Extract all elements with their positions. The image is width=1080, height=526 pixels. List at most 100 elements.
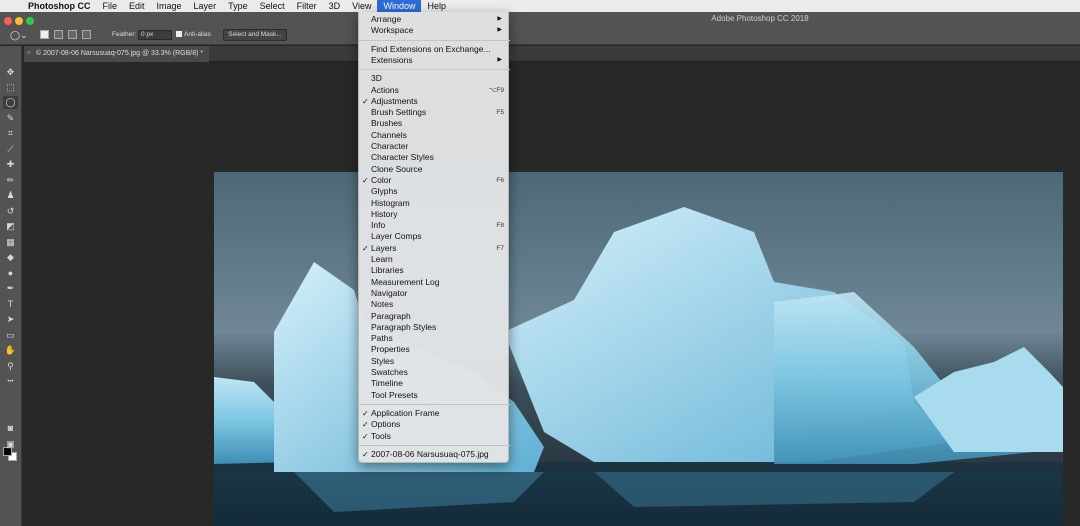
menu-select[interactable]: Select — [254, 0, 291, 12]
menu-3d[interactable]: 3D — [323, 0, 347, 12]
hand-tool-icon[interactable]: ✋ — [3, 344, 18, 357]
menu-item-arrange[interactable]: Arrange ▶ — [359, 14, 510, 25]
menu-item-label: Learn — [371, 254, 393, 264]
menu-view[interactable]: View — [346, 0, 377, 12]
type-tool-icon[interactable]: T — [3, 298, 18, 311]
menu-filter[interactable]: Filter — [291, 0, 323, 12]
zoom-tool-icon[interactable]: ⚲ — [3, 360, 18, 373]
menu-item-label: Notes — [371, 299, 394, 310]
menu-item-measurement-log[interactable]: Measurement Log — [359, 277, 510, 288]
menu-window[interactable]: Window — [377, 0, 422, 12]
gradient-tool-icon[interactable]: ▦ — [3, 236, 18, 249]
menu-item-color[interactable]: ✓ Color F6 — [359, 175, 510, 186]
lasso-tool-icon[interactable]: ◯ — [3, 96, 18, 109]
checkbox-icon — [176, 31, 182, 37]
document-image[interactable] — [214, 172, 1063, 526]
menu-edit[interactable]: Edit — [123, 0, 151, 12]
menu-item-clone-source[interactable]: Clone Source — [359, 164, 510, 175]
dodge-tool-icon[interactable]: ● — [3, 267, 18, 280]
menu-item-histogram[interactable]: Histogram — [359, 198, 510, 209]
menu-image[interactable]: Image — [151, 0, 188, 12]
eraser-tool-icon[interactable]: ◩ — [3, 220, 18, 233]
close-window-button[interactable] — [4, 17, 12, 25]
menu-item-info[interactable]: Info F8 — [359, 220, 510, 231]
menu-item-character-styles[interactable]: Character Styles — [359, 152, 510, 163]
menu-item-glyphs[interactable]: Glyphs — [359, 186, 510, 197]
menu-item-tools[interactable]: ✓ Tools — [359, 431, 510, 442]
menu-item-tool-presets[interactable]: Tool Presets — [359, 390, 510, 401]
menu-item-label: Properties — [371, 344, 410, 355]
marquee-tool-icon[interactable]: ⬚ — [3, 81, 18, 94]
menu-item-find-extensions-on-exchange[interactable]: Find Extensions on Exchange... — [359, 44, 510, 55]
path-selection-tool-icon[interactable]: ➤ — [3, 313, 18, 326]
brush-tool-icon[interactable]: ✏ — [3, 174, 18, 187]
document-tab[interactable]: × © 2007-08-06 Narsusuaq-075.jpg @ 33.3%… — [24, 46, 210, 62]
add-selection-mode-icon[interactable] — [54, 30, 63, 39]
menu-item-label: Layers — [371, 242, 397, 253]
menu-item-character[interactable]: Character — [359, 141, 510, 152]
menu-item-label: Timeline — [371, 378, 403, 389]
menu-item-label: Brush Settings — [371, 107, 427, 118]
menu-item-actions[interactable]: Actions ⌥F9 — [359, 85, 510, 96]
menu-item-label: Styles — [371, 355, 395, 366]
minimize-window-button[interactable] — [15, 17, 23, 25]
select-and-mask-button[interactable]: Select and Mask... — [223, 29, 287, 41]
menu-item-workspace[interactable]: Workspace ▶ — [359, 25, 510, 36]
menu-item-learn[interactable]: Learn — [359, 254, 510, 265]
menu-item-layer-comps[interactable]: Layer Comps — [359, 231, 510, 242]
menu-item-brushes[interactable]: Brushes — [359, 118, 510, 129]
menu-item-notes[interactable]: Notes — [359, 299, 510, 310]
menu-item-3d[interactable]: 3D — [359, 73, 510, 84]
menu-item-layers[interactable]: ✓ Layers F7 — [359, 243, 510, 254]
menu-item-2007-08-06-narsusuaq-075-jpg[interactable]: ✓ 2007-08-06 Narsusuaq-075.jpg — [359, 449, 510, 460]
menu-layer[interactable]: Layer — [188, 0, 223, 12]
close-tab-icon[interactable]: × — [27, 46, 31, 62]
history-brush-tool-icon[interactable]: ↺ — [3, 205, 18, 218]
menu-item-swatches[interactable]: Swatches — [359, 367, 510, 378]
rectangle-tool-icon[interactable]: ▭ — [3, 329, 18, 342]
subtract-selection-mode-icon[interactable] — [68, 30, 77, 39]
menu-item-history[interactable]: History — [359, 209, 510, 220]
menu-item-paths[interactable]: Paths — [359, 333, 510, 344]
menu-item-channels[interactable]: Channels — [359, 130, 510, 141]
document-tab-title: © 2007-08-06 Narsusuaq-075.jpg @ 33.3% (… — [36, 50, 204, 57]
menu-item-extensions[interactable]: Extensions ▶ — [359, 55, 510, 66]
screen-mode-icon[interactable]: ▣ — [3, 438, 18, 451]
menu-help[interactable]: Help — [421, 0, 452, 12]
menu-item-libraries[interactable]: Libraries — [359, 265, 510, 276]
menu-item-shortcut: F5 — [496, 109, 504, 117]
anti-alias-checkbox[interactable]: Anti-alias — [176, 31, 211, 38]
menu-type[interactable]: Type — [222, 0, 254, 12]
menu-item-timeline[interactable]: Timeline — [359, 378, 510, 389]
menu-item-adjustments[interactable]: ✓ Adjustments — [359, 96, 510, 107]
lasso-preset-icon[interactable]: ◯⌄ — [10, 30, 28, 41]
menu-item-paragraph-styles[interactable]: Paragraph Styles — [359, 322, 510, 333]
menu-item-paragraph[interactable]: Paragraph — [359, 311, 510, 322]
feather-input[interactable]: 0 px — [138, 30, 172, 40]
clone-stamp-tool-icon[interactable]: ♟ — [3, 189, 18, 202]
healing-brush-tool-icon[interactable]: ✚ — [3, 158, 18, 171]
blur-tool-icon[interactable]: ◆ — [3, 251, 18, 264]
menu-item-navigator[interactable]: Navigator — [359, 288, 510, 299]
menu-item-label: Character Styles — [371, 152, 434, 163]
quick-selection-tool-icon[interactable]: ✎ — [3, 112, 18, 125]
menu-item-styles[interactable]: Styles — [359, 356, 510, 367]
menu-item-label: Tools — [371, 430, 391, 441]
zoom-window-button[interactable] — [26, 17, 34, 25]
move-tool-icon[interactable]: ✥ — [3, 66, 18, 79]
intersect-selection-mode-icon[interactable] — [82, 30, 91, 39]
crop-tool-icon[interactable]: ⌗ — [3, 127, 18, 140]
quick-mask-icon[interactable]: ◙ — [3, 422, 18, 435]
more-tools-icon[interactable]: ••• — [3, 376, 18, 389]
menu-item-properties[interactable]: Properties — [359, 344, 510, 355]
menu-item-options[interactable]: ✓ Options — [359, 419, 510, 430]
checkmark-icon: ✓ — [362, 243, 369, 253]
new-selection-mode-icon[interactable] — [40, 30, 49, 39]
menu-photoshop-cc[interactable]: Photoshop CC — [22, 0, 97, 12]
menu-item-application-frame[interactable]: ✓ Application Frame — [359, 408, 510, 419]
pen-tool-icon[interactable]: ✒ — [3, 282, 18, 295]
menu-file[interactable]: File — [97, 0, 124, 12]
submenu-arrow-icon: ▶ — [497, 27, 502, 34]
menu-item-brush-settings[interactable]: Brush Settings F5 — [359, 107, 510, 118]
eyedropper-tool-icon[interactable]: ⟋ — [3, 143, 18, 156]
